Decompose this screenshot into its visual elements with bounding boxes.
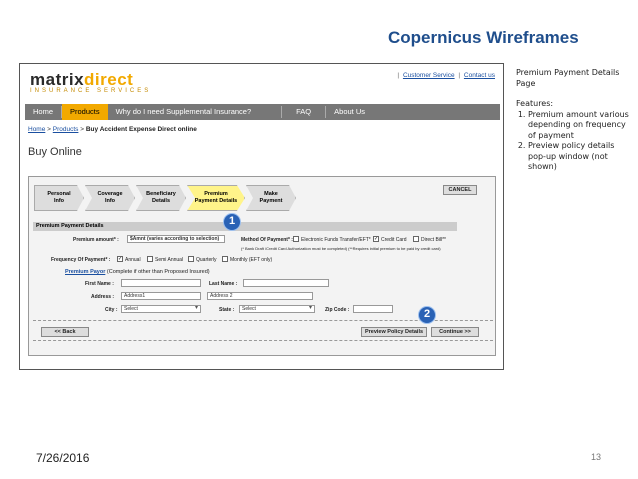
nav-products[interactable]: Products [62,104,108,120]
wizard-panel: Personal Info Coverage Info Beneficiary Det… [28,176,496,356]
zip-code-input[interactable] [353,305,393,313]
continue-button[interactable]: Continue >> [431,327,479,337]
page-title: Buy Online [28,146,82,158]
logo[interactable]: matrixdirect INSURANCE SERVICES [30,70,151,94]
premium-payor-heading: Premium Payor (Complete if other than Pr… [65,269,210,275]
last-name-input[interactable] [243,279,329,287]
semi-annual-checkbox[interactable] [147,256,153,262]
method-of-payment-label: Method Of Payment* : [241,237,293,243]
main-nav: Home Products Why do I need Supplemental… [25,104,500,120]
semi-annual-option-label: Semi Annual [155,257,184,263]
section-title: Premium Payment Details [33,222,457,231]
preview-policy-details-button[interactable]: Preview Policy Details [361,327,427,337]
monthly-checkbox[interactable] [222,256,228,262]
wizard-steps: Personal Info Coverage Info Beneficiary Det… [34,185,297,211]
first-name-label: First Name : [85,281,114,287]
first-name-input[interactable] [121,279,201,287]
annotation-badge-1: 1 [223,213,241,231]
cancel-button[interactable]: CANCEL [443,185,477,195]
address2-input[interactable]: Address 2 [207,292,313,300]
breadcrumb: Home > Products > Buy Accident Expense D… [28,126,197,133]
step-coverage-info[interactable]: Coverage Info [85,185,135,211]
notes-item: Preview policy details pop-up window (no… [528,141,632,173]
annotation-badge-2: 2 [418,306,436,324]
zip-code-label: Zip Code : [325,307,350,313]
notes-panel: Premium Payment Details Page Features: P… [516,68,632,173]
premium-amount-label: Premium amount* : [73,237,119,243]
slide-page-number: 13 [591,452,602,462]
monthly-option-label: Monthly (EFT only) [230,257,273,263]
step-make-payment[interactable]: Make Payment [246,185,296,211]
slide-title: Copernicus Wireframes [388,28,579,47]
address1-input[interactable]: Address1 [121,292,201,300]
nav-why-supplemental[interactable]: Why do I need Supplemental Insurance? [108,104,282,120]
logo-part-b: direct [84,70,134,89]
credit-card-option-label: Credit Card [381,237,407,243]
top-links: | Customer Service | Contact us [397,72,495,79]
credit-card-checkbox[interactable]: ✓ [373,236,379,242]
eft-checkbox[interactable] [293,236,299,242]
direct-bill-option-label: Direct Bill** [421,237,447,243]
step-beneficiary-details[interactable]: Beneficiary Details [136,185,186,211]
method-note: (* Bank Draft /Credit Card Authorization… [241,246,441,251]
notes-heading: Premium Payment Details Page [516,68,620,88]
nav-about-us[interactable]: About Us [326,104,373,120]
frequency-label: Frequency Of Payment* : [51,257,111,263]
contact-us-link[interactable]: Contact us [464,72,495,79]
quarterly-option-label: Quarterly [196,257,217,263]
quarterly-checkbox[interactable] [188,256,194,262]
breadcrumb-products[interactable]: Products [53,126,79,133]
nav-home[interactable]: Home [25,104,61,120]
breadcrumb-home[interactable]: Home [28,126,45,133]
premium-payor-note: (Complete if other than Proposed Insured… [106,269,210,275]
direct-bill-checkbox[interactable] [413,236,419,242]
customer-service-link[interactable]: Customer Service [403,72,455,79]
slide-date: 7/26/2016 [36,451,90,465]
annual-option-label: Annual [125,257,141,263]
last-name-label: Last Name : [209,281,238,287]
wireframe-frame: matrixdirect INSURANCE SERVICES | Custom… [19,63,504,370]
step-personal-info[interactable]: Personal Info [34,185,84,211]
breadcrumb-current: Buy Accident Expense Direct online [85,126,197,133]
address-label: Address : [91,294,115,300]
premium-amount-field: $Amnt (varies according to selection) [127,235,225,243]
city-select[interactable]: Select [121,305,201,313]
nav-faq[interactable]: FAQ [282,104,325,120]
eft-option-label: Electronic Funds Transfer/EFT* [301,237,371,243]
city-label: City : [105,307,118,313]
step-premium-payment-details[interactable]: Premium Payment Details [187,185,245,211]
notes-features-label: Features: [516,99,554,108]
state-select[interactable]: Select [239,305,315,313]
state-label: State : [219,307,235,313]
logo-subtitle: INSURANCE SERVICES [30,88,152,94]
logo-part-a: matrix [30,70,85,89]
notes-item: Premium amount various depending on freq… [528,110,632,142]
back-button[interactable]: << Back [41,327,89,337]
annual-checkbox[interactable]: ✓ [117,256,123,262]
premium-payor-title: Premium Payor [65,269,106,275]
